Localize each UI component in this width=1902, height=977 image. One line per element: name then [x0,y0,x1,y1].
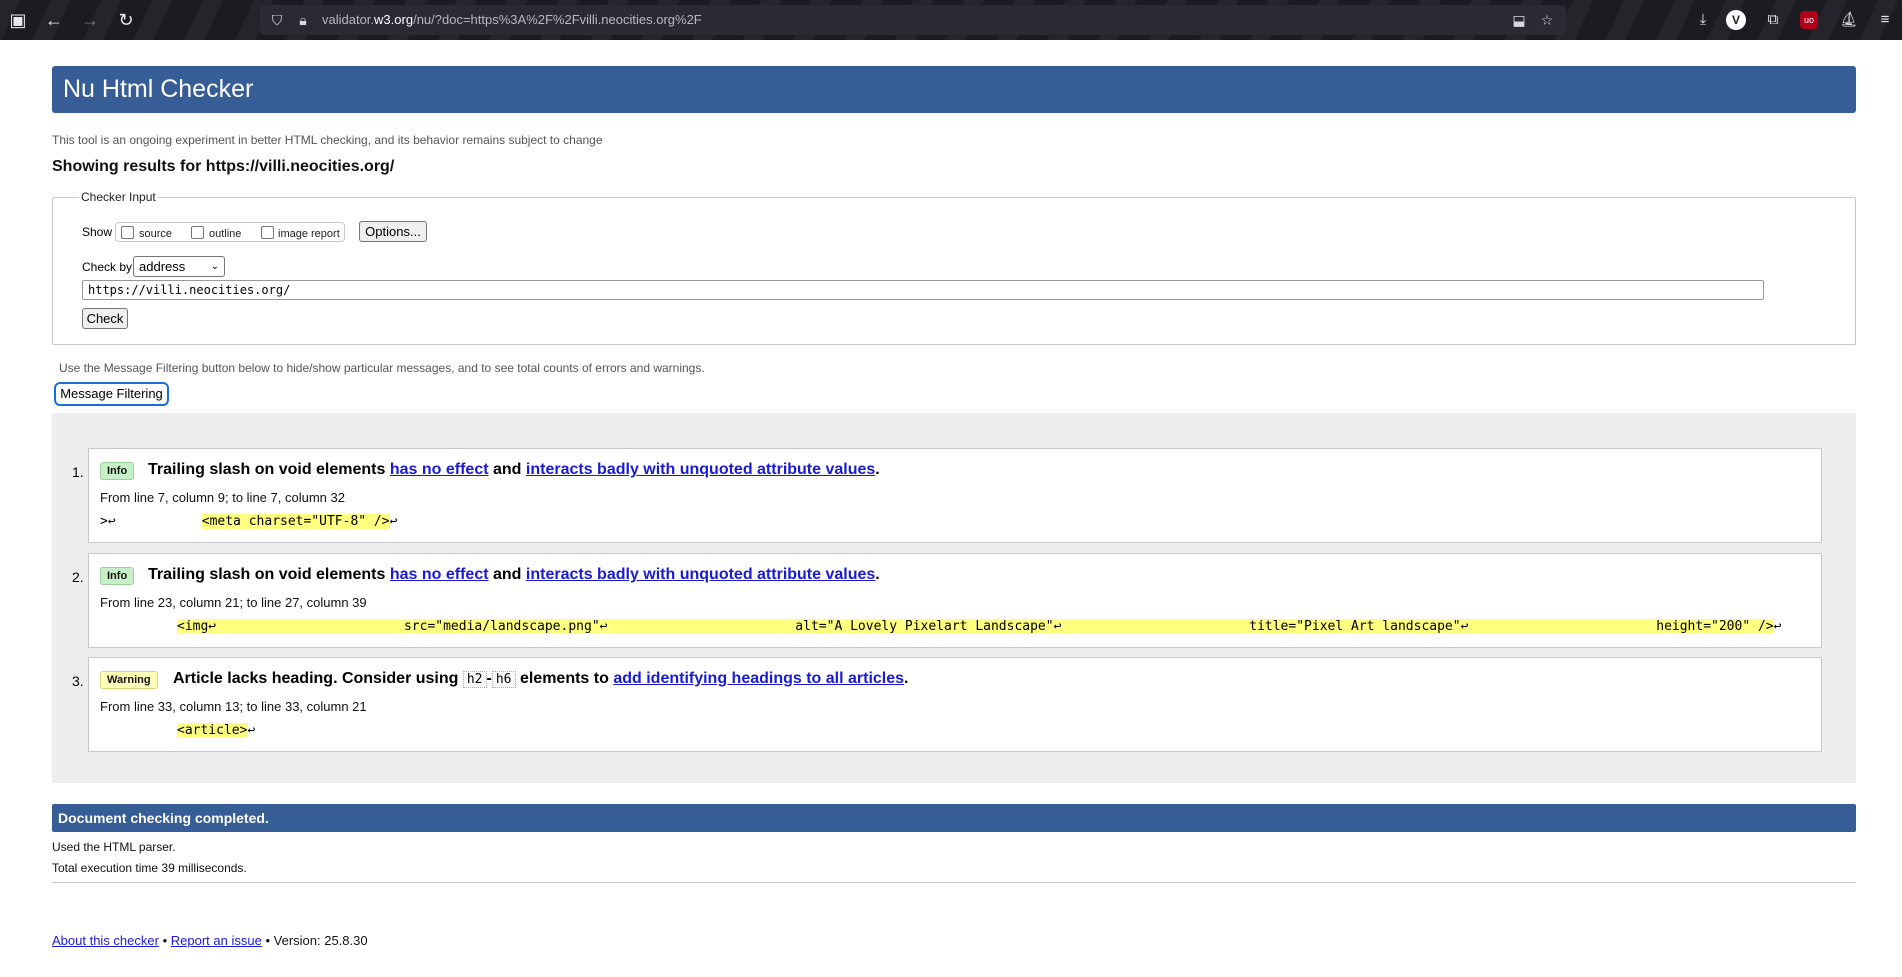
page-title: Nu Html Checker [52,66,1856,113]
shield-icon[interactable]: ⛉ [268,11,286,29]
code-extract: >↩ <meta charset="UTF-8" />↩ [100,514,397,529]
message-text: Article lacks heading. Consider using [173,670,459,687]
message-item: 3. Warning Article lacks heading. Consid… [72,657,1822,752]
warning-badge: Warning [100,671,158,689]
check-button[interactable]: Check [82,308,128,329]
experiment-note: This tool is an ongoing experiment in be… [52,133,603,147]
check-by-value: address [139,259,186,274]
url-text[interactable]: validator.w3.org/nu/?doc=https%3A%2F%2Fv… [322,12,702,27]
showing-results-heading: Showing results for https://villi.neocit… [52,158,395,175]
message-number: 2. [72,569,84,585]
message-text: and [493,461,522,478]
code-highlight: <article> [177,723,248,738]
page-footer: About this checker • Report an issue • V… [52,933,368,948]
message-text: Trailing slash on void elements [148,566,386,583]
message-text: Trailing slash on void elements [148,461,386,478]
back-icon[interactable]: ← [42,8,66,32]
about-checker-link[interactable]: About this checker [52,933,159,948]
code-extract: <img↩ src="media/landscape.png"↩ alt="A … [177,619,1781,634]
results-panel: 1. Info Trailing slash on void elements … [52,413,1856,783]
code-highlight: <img↩ src="media/landscape.png"↩ alt="A … [177,619,1774,634]
message-text: . [875,566,880,583]
code-highlight: <meta charset="UTF-8" /> [201,514,390,529]
has-no-effect-link[interactable]: has no effect [390,566,489,583]
address-bar[interactable]: ⛉ 🔒︎ validator.w3.org/nu/?doc=https%3A%2… [260,5,1566,35]
show-label: Show [82,225,113,239]
message-text: . [875,461,880,478]
source-checkbox[interactable] [121,226,134,239]
save-page-icon[interactable]: ⬓ [1510,11,1528,29]
add-headings-link[interactable]: add identifying headings to all articles [613,670,904,687]
check-by-select[interactable]: address ⌄ [133,256,225,277]
message-text: . [904,670,909,687]
code-context: ↩ [247,723,256,738]
message-location: From line 7, column 9; to line 7, column… [100,490,345,505]
url-input[interactable]: https://villi.neocities.org/ [82,280,1764,300]
extensions-icon[interactable]: ⧉ [1762,9,1784,31]
message-number: 3. [72,673,84,689]
show-options-group: source outline image report [115,222,345,242]
divider [52,882,1856,883]
code-token-h2: h2 [462,671,487,688]
image-report-checkbox-label[interactable]: image report [278,228,340,240]
sidebar-icon[interactable]: ▣ [6,8,30,32]
outline-checkbox[interactable] [191,226,204,239]
code-context: ↩ [1773,619,1782,634]
filtering-note: Use the Message Filtering button below t… [59,361,705,375]
profile-icon[interactable]: V [1726,10,1746,30]
message-filtering-button[interactable]: Message Filtering [54,382,169,406]
code-context: >↩ [100,514,202,529]
checker-input-legend: Checker Input [79,190,158,204]
options-button[interactable]: Options... [359,221,427,242]
message-item: 1. Info Trailing slash on void elements … [72,448,1822,543]
outline-checkbox-label[interactable]: outline [209,228,241,240]
source-checkbox-label[interactable]: source [139,228,172,240]
reload-icon[interactable]: ↻ [114,8,138,32]
info-badge: Info [100,567,135,585]
separator: • [162,933,168,948]
version-text: Version: 25.8.30 [273,933,368,948]
message-text: elements to [519,670,609,687]
ublock-icon[interactable]: uo [1800,11,1818,29]
check-by-label: Check by [82,260,133,274]
message-text: and [493,566,522,583]
browser-toolbar: ▣ ← → ↻ ⛉ 🔒︎ validator.w3.org/nu/?doc=ht… [0,0,1902,40]
checker-input-fieldset: Checker Input Show source outline image … [52,190,1856,345]
report-issue-link[interactable]: Report an issue [171,933,262,948]
lock-icon[interactable]: 🔒︎ [294,11,312,29]
code-extract: <article>↩ [177,723,255,738]
bookmark-star-icon[interactable]: ☆ [1538,11,1556,29]
has-no-effect-link[interactable]: has no effect [390,461,489,478]
message-item: 2. Info Trailing slash on void elements … [72,553,1822,648]
menu-icon[interactable]: ≡ [1874,9,1896,31]
forward-icon[interactable]: → [78,8,102,32]
info-badge: Info [100,462,135,480]
checking-completed-bar: Document checking completed. [52,804,1856,832]
message-title: Article lacks heading. Consider using h2… [173,670,909,688]
message-number: 1. [72,464,84,480]
interacts-badly-link[interactable]: interacts badly with unquoted attribute … [526,461,875,478]
chevron-down-icon: ⌄ [210,261,219,272]
interacts-badly-link[interactable]: interacts badly with unquoted attribute … [526,566,875,583]
parser-note: Used the HTML parser. [52,840,176,854]
code-token-h6: h6 [491,671,516,688]
extension-icon[interactable]: ⛵︎ [1838,9,1860,31]
message-location: From line 23, column 21; to line 27, col… [100,595,367,610]
download-icon[interactable]: ⤓ [1692,9,1714,31]
execution-time: Total execution time 39 milliseconds. [52,861,247,875]
message-title: Trailing slash on void elements has no e… [148,566,880,584]
image-report-checkbox[interactable] [261,226,274,239]
message-title: Trailing slash on void elements has no e… [148,461,880,479]
code-context: ↩ [389,514,398,529]
separator: • [265,933,271,948]
message-location: From line 33, column 13; to line 33, col… [100,699,367,714]
